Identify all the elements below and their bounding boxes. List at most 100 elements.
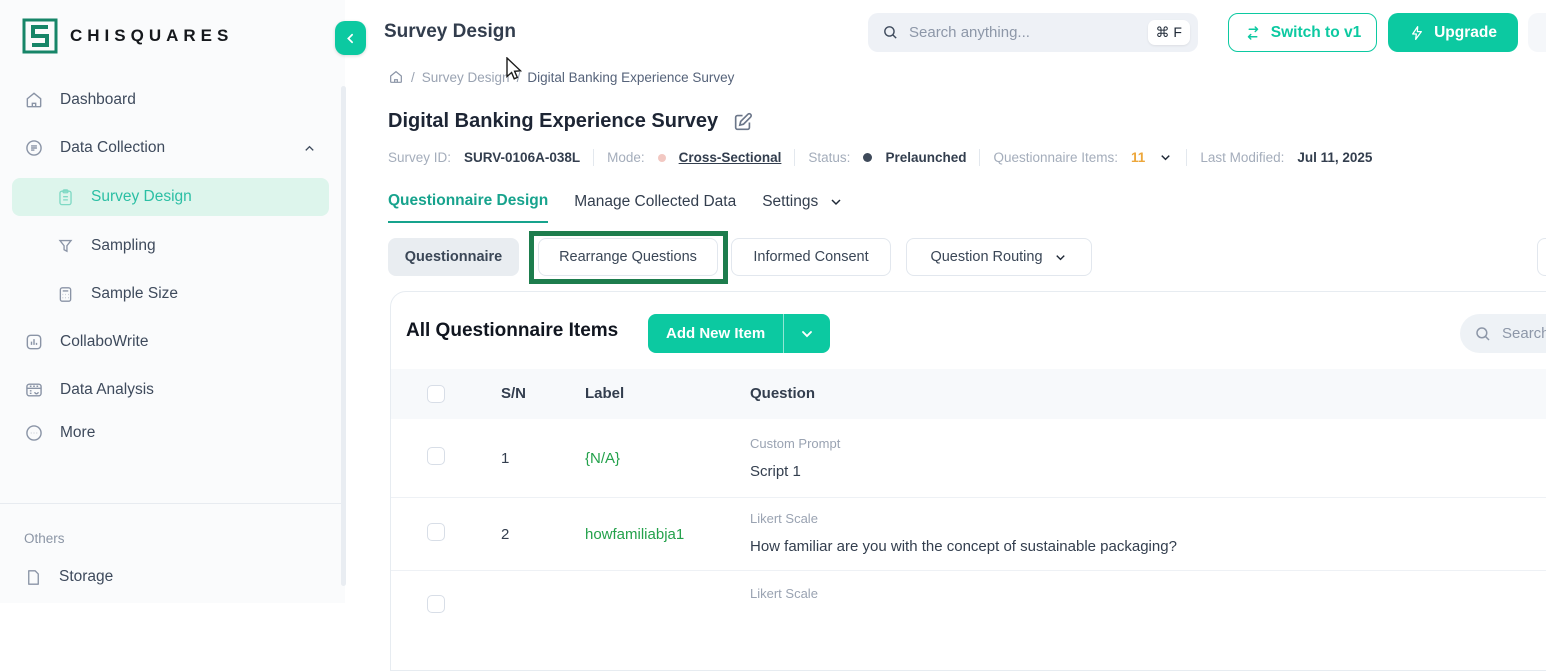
cutoff-header-button[interactable] [1528, 13, 1546, 52]
status-label: Status: [808, 150, 850, 165]
questionnaire-items-label: Questionnaire Items: [993, 150, 1118, 165]
add-new-item-label: Add New Item [648, 314, 783, 353]
meta-divider [979, 149, 980, 166]
breadcrumb-separator: / [411, 70, 415, 85]
survey-meta-row: Survey ID: SURV-0106A-038L Mode: Cross-S… [388, 149, 1372, 166]
subtab-questionnaire[interactable]: Questionnaire [388, 238, 519, 276]
sidebar-item-label: Data Collection [60, 139, 165, 157]
add-item-dropdown-toggle[interactable] [784, 314, 830, 353]
edit-icon[interactable] [732, 111, 754, 133]
sidebar-item-survey-design[interactable]: Survey Design [12, 178, 329, 216]
bar-chart-icon [24, 332, 44, 352]
row-label[interactable]: howfamiliabja1 [585, 526, 684, 543]
subtab-informed-consent[interactable]: Informed Consent [731, 238, 891, 276]
brand-wordmark: CHISQUARES [70, 26, 233, 46]
sidebar-item-label: Sample Size [91, 285, 178, 303]
breadcrumb-item-survey-design[interactable]: Survey Design [422, 70, 510, 85]
tab-manage-collected-data[interactable]: Manage Collected Data [574, 192, 736, 223]
tab-label: Manage Collected Data [574, 193, 736, 211]
row-question-text[interactable]: Script 1 [750, 463, 801, 480]
row-checkbox[interactable] [427, 523, 445, 541]
sidebar-item-label: CollaboWrite [60, 333, 148, 351]
tab-settings[interactable]: Settings [762, 192, 844, 223]
sidebar-item-data-collection[interactable]: Data Collection [0, 128, 345, 168]
panel-heading: All Questionnaire Items [406, 320, 618, 342]
meta-divider [794, 149, 795, 166]
sidebar: CHISQUARES Dashboard Data Collection Sur… [0, 0, 345, 603]
sidebar-item-data-analysis[interactable]: Data Analysis [0, 370, 345, 410]
data-collection-icon [24, 138, 44, 158]
subtab-label: Rearrange Questions [559, 249, 697, 265]
home-icon [24, 90, 44, 110]
table-row[interactable]: Likert Scale [391, 571, 1546, 603]
breadcrumb: / Survey Design / Digital Banking Experi… [388, 69, 734, 85]
chevron-left-icon [344, 32, 357, 45]
status-dot [863, 153, 872, 162]
sidebar-collapse-button[interactable] [335, 21, 366, 55]
row-checkbox[interactable] [427, 595, 445, 613]
brand-logo: CHISQUARES [22, 18, 233, 54]
last-modified-label: Last Modified: [1200, 150, 1284, 165]
meta-divider [1186, 149, 1187, 166]
search-icon [1474, 325, 1492, 343]
keyboard-shortcut-badge: ⌘ F [1148, 20, 1190, 45]
row-checkbox[interactable] [427, 447, 445, 465]
chevron-up-icon [302, 141, 317, 156]
breadcrumb-home-icon[interactable] [388, 69, 404, 85]
lightning-icon [1409, 25, 1425, 41]
subtab-question-routing[interactable]: Question Routing [906, 238, 1092, 276]
breadcrumb-item-current: Digital Banking Experience Survey [527, 70, 734, 85]
sidebar-item-sample-size[interactable]: Sample Size [0, 274, 345, 314]
column-header-label: Label [585, 385, 624, 402]
table-row[interactable]: 1 {N/A} Custom Prompt Script 1 [391, 419, 1546, 498]
table-header-row: S/N Label Question [391, 369, 1546, 419]
row-question-text[interactable]: How familiar are you with the concept of… [750, 538, 1177, 555]
select-all-checkbox[interactable] [427, 385, 445, 403]
cutoff-subtab-fragment[interactable] [1537, 238, 1546, 276]
page-header-title: Survey Design [384, 21, 516, 43]
sidebar-item-label: Survey Design [91, 188, 192, 206]
add-new-item-button[interactable]: Add New Item [648, 314, 830, 353]
upgrade-button[interactable]: Upgrade [1388, 13, 1518, 52]
global-search[interactable]: ⌘ F [868, 13, 1198, 52]
upgrade-label: Upgrade [1434, 24, 1497, 42]
chisquares-logo-icon [22, 18, 58, 54]
table-row[interactable]: 2 howfamiliabja1 Likert Scale How famili… [391, 498, 1546, 571]
sidebar-item-collabowrite[interactable]: CollaboWrite [0, 322, 345, 362]
sidebar-item-sampling[interactable]: Sampling [0, 226, 345, 266]
column-header-sn: S/N [501, 385, 526, 402]
mouse-cursor [503, 57, 524, 83]
sidebar-item-dashboard[interactable]: Dashboard [0, 80, 345, 120]
sidebar-scrollbar[interactable] [341, 86, 346, 586]
subtab-rearrange-questions[interactable]: Rearrange Questions [538, 238, 718, 276]
sidebar-item-label: More [60, 424, 95, 442]
row-label[interactable]: {N/A} [585, 450, 620, 467]
switch-to-v1-label: Switch to v1 [1271, 24, 1361, 42]
sidebar-item-storage[interactable]: Storage [0, 557, 345, 597]
sidebar-item-more[interactable]: More [0, 413, 345, 453]
questionnaire-items-count: 11 [1131, 150, 1145, 165]
tab-questionnaire-design[interactable]: Questionnaire Design [388, 192, 548, 223]
file-icon [24, 568, 43, 587]
chevron-down-icon [799, 326, 815, 342]
sidebar-divider [0, 503, 345, 504]
subtab-label: Questionnaire [405, 249, 503, 265]
table-search[interactable] [1460, 314, 1546, 353]
chevron-down-icon [828, 194, 844, 210]
table-search-input[interactable] [1502, 325, 1546, 342]
row-question-type: Likert Scale [750, 511, 818, 526]
sidebar-item-label: Dashboard [60, 91, 136, 109]
row-question-type: Likert Scale [750, 586, 818, 601]
calculator-icon [56, 285, 75, 304]
switch-to-v1-button[interactable]: Switch to v1 [1228, 13, 1377, 52]
mode-value[interactable]: Cross-Sectional [679, 150, 782, 165]
mode-label: Mode: [607, 150, 645, 165]
chevron-down-icon[interactable] [1158, 150, 1173, 165]
survey-tabs: Questionnaire Design Manage Collected Da… [388, 192, 844, 223]
sidebar-item-label: Storage [59, 568, 113, 586]
others-section-label: Others [24, 531, 65, 546]
global-search-input[interactable] [909, 24, 1138, 41]
swap-icon [1244, 24, 1262, 42]
column-header-question: Question [750, 385, 815, 402]
survey-title: Digital Banking Experience Survey [388, 110, 718, 133]
